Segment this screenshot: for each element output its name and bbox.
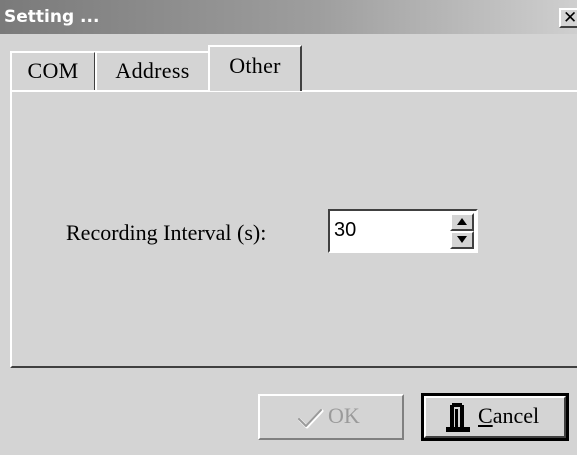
cancel-button[interactable]: Cancel <box>421 393 569 441</box>
spinner-buttons <box>450 213 474 249</box>
tab-address[interactable]: Address <box>95 51 210 91</box>
other-tab-panel: Recording Interval (s): <box>10 90 577 368</box>
settings-dialog: Setting ... ✕ COM Address Other Recordin… <box>0 0 577 455</box>
cancel-label: Cancel <box>478 403 540 428</box>
tab-other[interactable]: Other <box>208 45 302 91</box>
close-icon: ✕ <box>563 8 577 28</box>
cancel-button-content: Cancel <box>446 396 539 436</box>
recording-interval-label: Recording Interval (s): <box>66 220 267 245</box>
arrow-down-icon <box>457 236 467 243</box>
tab-com[interactable]: COM <box>10 51 96 91</box>
recording-interval-spinbox[interactable] <box>328 209 478 253</box>
ok-label: OK <box>328 403 360 428</box>
recording-interval-input[interactable] <box>334 218 434 242</box>
close-button[interactable]: ✕ <box>559 8 577 28</box>
checkmark-icon <box>298 408 324 429</box>
ok-button[interactable]: OK <box>258 394 404 440</box>
spin-up-button[interactable] <box>450 213 474 231</box>
spin-down-button[interactable] <box>450 231 474 249</box>
ok-button-content: OK <box>296 396 360 436</box>
window-title: Setting ... <box>4 7 100 27</box>
title-bar[interactable]: Setting ... ✕ <box>0 0 577 34</box>
door-exit-icon <box>446 402 470 432</box>
arrow-up-icon <box>457 218 467 225</box>
